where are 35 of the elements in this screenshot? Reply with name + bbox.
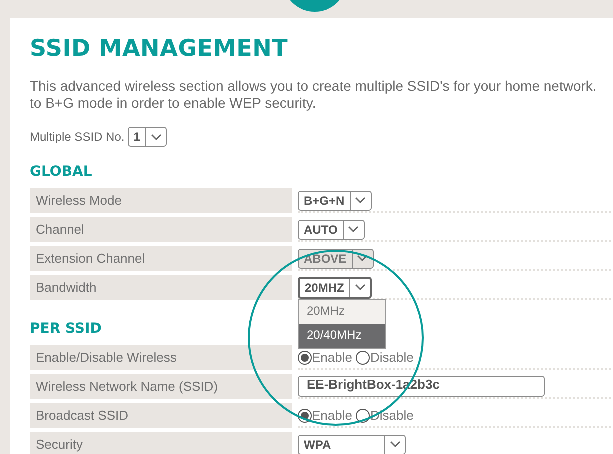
field-label: Extension Channel [30,246,292,271]
field-label: Wireless Mode [30,188,292,213]
dropdown-select[interactable]: 1 [128,127,168,147]
dropdown-select[interactable]: WPA [298,434,406,454]
chevron-down-icon [354,284,366,291]
field-label: Channel [30,217,292,242]
section-heading: PER SSID [30,320,102,338]
radio-button[interactable] [356,408,370,422]
dropdown-select[interactable]: B+G+N [298,190,372,210]
field-label: Broadcast SSID [30,403,292,428]
radio-label[interactable]: Disable [370,408,414,423]
radio-button[interactable] [298,408,312,422]
radio-label[interactable]: Disable [370,350,414,365]
dropdown-option[interactable]: 20MHz [299,300,385,324]
chevron-down-icon [357,255,368,262]
field-label: Bandwidth [30,275,292,300]
description-text: This advanced wireless section allows you to create multiple SSID's for your home network. [30,78,597,95]
field-label: Security [30,432,292,454]
chevron-down-icon [355,197,366,204]
field-label: Enable/Disable Wireless [30,345,292,370]
radio-label[interactable]: Enable [312,408,352,423]
page-title: SSID MANAGEMENT [30,35,288,64]
section-heading: GLOBAL [30,163,92,181]
field-label: Wireless Network Name (SSID) [30,374,292,399]
dropdown-option[interactable]: 20/40MHz [299,324,385,348]
dropdown-select[interactable]: 20MHZ [298,276,372,298]
chevron-down-icon [150,134,162,140]
chevron-down-icon [348,226,360,233]
dropdown-select[interactable]: AUTO [298,220,365,240]
radio-label[interactable]: Enable [312,350,352,365]
radio-button[interactable] [356,350,370,364]
field-label: Multiple SSID No. [30,130,125,144]
radio-button[interactable] [298,350,312,364]
chevron-down-icon [390,441,400,448]
description-text: to B+G mode in order to enable WEP security. [30,95,316,112]
